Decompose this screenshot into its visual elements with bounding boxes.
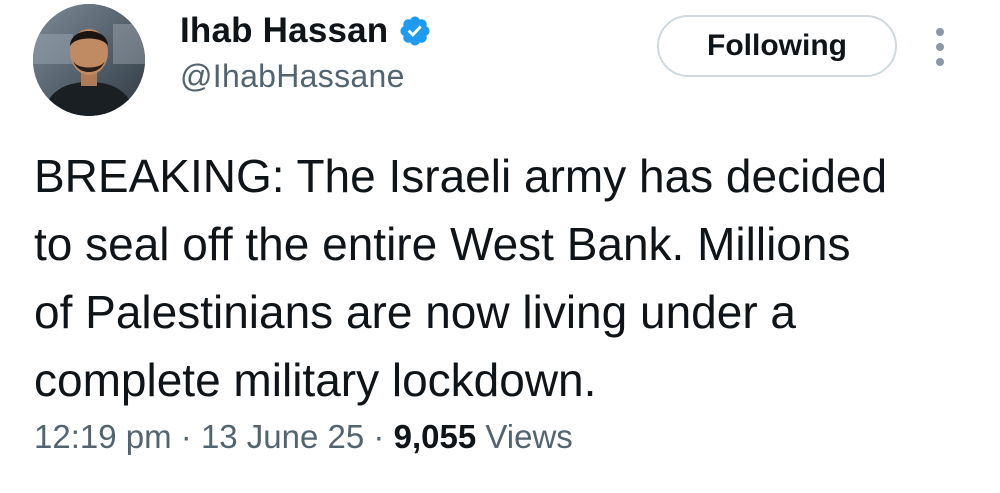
views-label[interactable]: Views (485, 418, 572, 455)
tweet-text: BREAKING: The Israeli army has decided t… (34, 150, 888, 406)
author-handle[interactable]: @IhabHassane (180, 58, 405, 95)
author-display-name[interactable]: Ihab Hassan (180, 11, 388, 51)
more-vertical-icon-dot (936, 58, 944, 66)
avatar-image (33, 4, 145, 116)
verified-badge-icon (400, 16, 430, 46)
author-name-row[interactable]: Ihab Hassan (180, 8, 432, 54)
tweet-date[interactable]: 13 June 25 (201, 418, 364, 455)
avatar[interactable] (33, 4, 145, 116)
meta-separator: · (180, 418, 192, 455)
tweet-metadata: 12:19 pm · 13 June 25 · 9,055 Views (34, 418, 573, 456)
following-button[interactable]: Following (657, 15, 897, 77)
meta-separator: · (373, 418, 385, 455)
more-vertical-icon-dot (936, 43, 944, 51)
tweet-time[interactable]: 12:19 pm (34, 418, 172, 455)
views-count[interactable]: 9,055 (394, 418, 477, 455)
more-vertical-icon (936, 28, 944, 36)
more-options-button[interactable] (925, 22, 955, 72)
